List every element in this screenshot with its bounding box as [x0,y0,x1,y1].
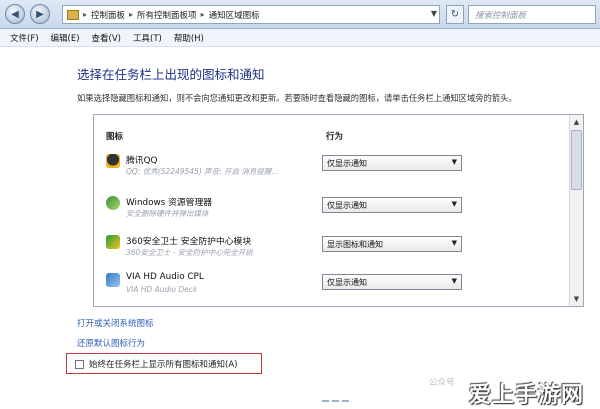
menu-view[interactable]: 查看(V) [86,32,127,44]
list-scrollbar[interactable]: ▲ ▼ [569,115,583,306]
behavior-select[interactable]: 显示图标和通知 ▼ [322,236,462,252]
app-name: VIA HD Audio CPL [126,272,204,282]
icon-column-header: 图标 [106,132,124,142]
breadcrumb-all-items[interactable]: 所有控制面板项 [137,9,197,21]
menu-help[interactable]: 帮助(H) [168,32,210,44]
forward-button[interactable]: ▶ [30,4,50,24]
behavior-value: 显示图标和通知 [327,240,383,249]
behavior-value: 仅显示通知 [327,278,367,287]
page-description: 如果选择隐藏图标和通知，则不会向您通知更改和更新。若要随时查看隐藏的图标，请单击… [77,93,517,103]
app-name: 360安全卫士 安全防护中心模块 [126,237,252,247]
behavior-select[interactable]: 仅显示通知 ▼ [322,274,462,290]
behavior-select[interactable]: 仅显示通知 ▼ [322,155,462,171]
menu-file[interactable]: 文件(F) [4,32,45,44]
page-indicator [322,400,349,402]
breadcrumb-control-panel[interactable]: 控制面板 [91,9,125,21]
page-title: 选择在任务栏上出现的图标和通知 [77,67,265,82]
app-description: 安全删除硬件并弹出媒体 [126,209,209,218]
back-button[interactable]: ◀ [5,4,25,24]
address-field[interactable]: ▸ 控制面板 ▸ 所有控制面板项 ▸ 通知区域图标 ▼ [62,5,440,24]
table-row: VIA HD Audio CPL VIA HD Audio Deck 仅显示通知… [94,271,568,307]
dropdown-arrow-icon: ▼ [451,158,457,166]
table-row: 360安全卫士 安全防护中心模块 360安全卫士 - 安全防护中心完全开启 显示… [94,233,568,269]
scroll-up-icon[interactable]: ▲ [570,115,583,129]
app-name: Windows 资源管理器 [126,198,213,208]
menu-edit[interactable]: 编辑(E) [45,32,86,44]
restore-default-link[interactable]: 还原默认图标行为 [77,337,145,349]
behavior-value: 仅显示通知 [327,159,367,168]
chevron-right-icon: ▸ [200,10,205,19]
table-row: Windows 资源管理器 安全删除硬件并弹出媒体 仅显示通知 ▼ [94,194,568,230]
refresh-button[interactable]: ↻ [446,5,464,24]
watermark-text: 公众号 [429,378,455,388]
menu-tools[interactable]: 工具(T) [127,32,168,44]
app-description: 360安全卫士 - 安全防护中心完全开启 [126,248,253,257]
system-icons-link[interactable]: 打开或关闭系统图标 [77,317,154,329]
dropdown-arrow-icon: ▼ [451,200,457,208]
back-arrow-icon: ◀ [11,8,19,20]
breadcrumb-notification-icons[interactable]: 通知区域图标 [209,9,260,21]
menu-bar: 文件(F) 编辑(E) 查看(V) 工具(T) 帮助(H) [0,29,600,47]
brand-logo: 爱上手游网 [469,382,585,408]
windows-explorer-icon [106,196,120,210]
always-show-checkbox[interactable] [75,360,84,369]
scroll-thumb[interactable] [571,130,582,190]
app-description: QQ: 优秀(52249545) 声音: 开启 消息提醒... [126,167,279,176]
app-name: 腾讯QQ [126,156,158,166]
address-dropdown-icon[interactable]: ▼ [431,9,437,18]
scroll-down-icon[interactable]: ▼ [570,292,583,306]
always-show-label[interactable]: 始终在任务栏上显示所有图标和通知(A) [89,358,237,370]
behavior-column-header: 行为 [326,132,344,142]
search-input[interactable]: 搜索控制面板 [468,5,596,24]
refresh-icon: ↻ [450,9,460,20]
via-audio-icon [106,273,120,287]
always-show-option[interactable]: 始终在任务栏上显示所有图标和通知(A) [66,353,262,374]
app-description: VIA HD Audio Deck [126,285,198,294]
behavior-select[interactable]: 仅显示通知 ▼ [322,197,462,213]
address-bar: ◀ ▶ ▸ 控制面板 ▸ 所有控制面板项 ▸ 通知区域图标 ▼ ↻ 搜索控制面板 [0,0,600,29]
dropdown-arrow-icon: ▼ [451,277,457,285]
notification-icons-list: 图标 行为 腾讯QQ QQ: 优秀(52249545) 声音: 开启 消息提醒.… [93,114,584,307]
chevron-right-icon: ▸ [129,10,134,19]
forward-arrow-icon: ▶ [36,8,44,20]
chevron-right-icon: ▸ [83,10,88,19]
360-security-icon [106,235,120,249]
behavior-value: 仅显示通知 [327,201,367,210]
table-row: 腾讯QQ QQ: 优秀(52249545) 声音: 开启 消息提醒... 仅显示… [94,152,568,188]
dropdown-arrow-icon: ▼ [451,239,457,247]
qq-penguin-icon [106,154,120,168]
control-panel-folder-icon [67,9,79,20]
